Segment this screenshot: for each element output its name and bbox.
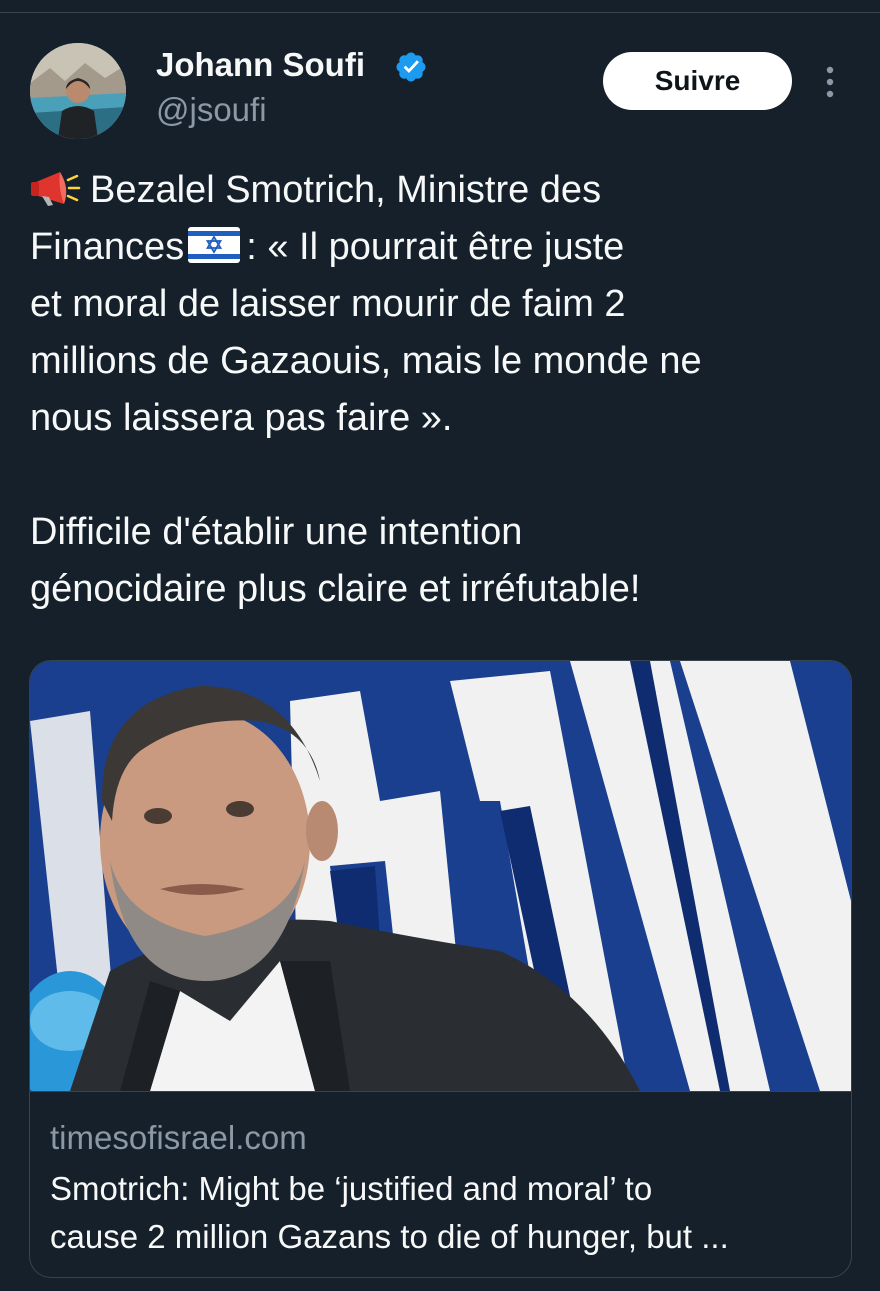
link-title-line: Smotrich: Might be ‘justified and moral’… [50, 1170, 653, 1207]
tweet-text-segment: : « Il pourrait être juste [246, 226, 625, 268]
tweet-text-segment: Finances [30, 226, 185, 268]
tweet-text-line: Difficile d'établir une intention [30, 511, 523, 553]
link-title: Smotrich: Might be ‘justified and moral’… [50, 1165, 840, 1261]
link-title-line: cause 2 million Gazans to die of hunger,… [50, 1218, 729, 1255]
tweet-text-line: génocidaire plus claire et irréfutable! [30, 568, 641, 610]
more-vertical-icon[interactable] [818, 62, 842, 102]
tweet-text-line: Bezalel Smotrich, Ministre des [30, 162, 860, 219]
tweet-text-line: nous laissera pas faire ». [30, 397, 453, 439]
israel-flag-icon [188, 227, 241, 263]
link-domain: timesofisrael.com [50, 1119, 307, 1156]
link-preview-card[interactable]: timesofisrael.com Smotrich: Might be ‘ju… [29, 660, 852, 1278]
link-preview-image[interactable] [30, 661, 851, 1091]
avatar-photo [30, 43, 126, 139]
follow-button[interactable]: Suivre [603, 52, 792, 110]
tweet-text-line: et moral de laisser mourir de faim 2 [30, 283, 626, 325]
tweet-text-line: millions de Gazaouis, mais le monde ne [30, 340, 702, 382]
author-handle[interactable]: @jsoufi [156, 91, 267, 129]
megaphone-icon [31, 172, 81, 206]
verified-badge-icon [396, 52, 426, 82]
tweet-text: Bezalel Smotrich, Ministre des Finances … [30, 162, 860, 618]
tweet-text-segment: Bezalel Smotrich, Ministre des [90, 169, 602, 211]
top-divider [0, 12, 880, 13]
author-avatar[interactable] [30, 43, 126, 139]
speaker-photo [30, 661, 851, 1091]
card-divider [30, 1091, 851, 1092]
author-name[interactable]: Johann Soufi [156, 46, 365, 84]
tweet-text-line: Finances : « Il pourrait être juste [30, 219, 860, 276]
